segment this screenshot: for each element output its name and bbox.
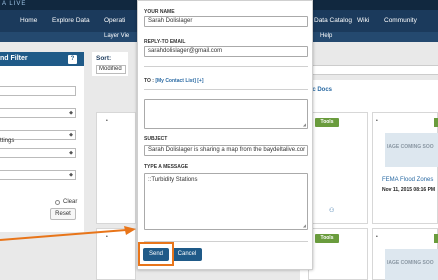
- result-card: • IAGE COMING SOO: [372, 228, 438, 280]
- filter-input[interactable]: [0, 86, 76, 96]
- nav-operations[interactable]: Operati: [104, 17, 125, 24]
- result-card: Tools ⚇: [308, 112, 368, 224]
- nav-home[interactable]: Home: [20, 17, 37, 24]
- result-card: •: [96, 112, 136, 224]
- thumbnail-placeholder-text: IAGE COMING SOO: [387, 260, 434, 266]
- resize-grip-icon[interactable]: ◢: [303, 223, 306, 228]
- card-thumbnail[interactable]: IAGE COMING SOO: [385, 249, 438, 280]
- nav-help[interactable]: Help: [320, 33, 332, 39]
- divider: [144, 66, 308, 67]
- filter-select-4[interactable]: ◆: [0, 170, 76, 180]
- settings-label: ttings: [0, 138, 15, 144]
- card-thumbnail[interactable]: IAGE COMING SOO: [385, 133, 438, 167]
- view-select[interactable]: [300, 65, 438, 75]
- result-card: Tools: [308, 228, 368, 280]
- contact-list-link[interactable]: [My Contact List]: [155, 78, 196, 84]
- tools-button[interactable]: Tools: [315, 118, 339, 127]
- card-date: Nov 11, 2015 08:16 PM: [382, 187, 436, 193]
- brand-logo: A LIVE: [2, 1, 27, 7]
- clear-label: Clear: [63, 199, 78, 205]
- result-card-fema[interactable]: • IAGE COMING SOO FEMA Flood Zones Nov 1…: [372, 112, 438, 224]
- select-arrow-icon: ◆: [69, 110, 73, 116]
- filter-select-3[interactable]: ◆: [0, 148, 76, 158]
- select-arrow-icon: ◆: [69, 172, 73, 178]
- to-row: TO : [My Contact List] [+]: [144, 78, 204, 84]
- share-map-dialog: YOUR NAME Sarah Dolislager REPLY-TO EMAI…: [137, 0, 313, 270]
- nav-layer-viewer[interactable]: Layer Vie: [104, 33, 129, 39]
- tools-button[interactable]: Tools: [315, 234, 339, 243]
- nav-explore-data[interactable]: Explore Data: [52, 17, 90, 24]
- nav-wiki[interactable]: Wiki: [357, 17, 369, 24]
- card-bullet: •: [376, 118, 378, 124]
- resize-grip-icon[interactable]: ◢: [303, 122, 306, 127]
- divider: [144, 89, 308, 90]
- subject-field[interactable]: Sarah Dolislager is sharing a map from t…: [144, 145, 308, 156]
- name-label: YOUR NAME: [144, 9, 175, 15]
- share-icon[interactable]: ⚇: [329, 207, 334, 214]
- add-contact-link[interactable]: [+]: [197, 78, 203, 84]
- email-field[interactable]: sarahdolislager@gmail.com: [144, 46, 308, 57]
- message-field[interactable]: ::Turbidity Stations ◢: [144, 173, 308, 230]
- card-bullet: •: [106, 118, 108, 124]
- card-title[interactable]: FEMA Flood Zones: [382, 177, 433, 183]
- sort-bar: Sort: Modified: [92, 52, 128, 76]
- nav-data-catalog[interactable]: Data Catalog: [314, 17, 352, 24]
- name-field[interactable]: Sarah Dolislager: [144, 16, 308, 27]
- filter-select-1[interactable]: ◆: [0, 108, 76, 118]
- tools-button-edge[interactable]: [434, 118, 438, 127]
- cancel-button[interactable]: Cancel: [172, 248, 202, 261]
- nav-community[interactable]: Community: [384, 17, 417, 24]
- sort-label: Sort:: [96, 55, 112, 62]
- to-field[interactable]: ◢: [144, 99, 308, 129]
- subject-label: SUBJECT: [144, 136, 168, 142]
- help-icon[interactable]: ?: [68, 55, 77, 64]
- send-highlight-box: [138, 242, 174, 266]
- filter-panel: nd Filter ? ◆ ◆ ttings ◆ ◆ Clear Reset: [0, 52, 84, 232]
- filter-panel-header: nd Filter ?: [0, 52, 84, 66]
- email-label: REPLY-TO EMAIL: [144, 39, 186, 45]
- clear-checkbox[interactable]: [55, 200, 60, 205]
- filter-panel-title: nd Filter: [0, 55, 28, 62]
- tools-button-edge[interactable]: [434, 234, 438, 243]
- to-label: TO :: [144, 78, 154, 84]
- message-text: ::Turbidity Stations: [148, 177, 198, 183]
- select-arrow-icon: ◆: [69, 150, 73, 156]
- annotation-arrow-icon: [0, 226, 136, 241]
- sort-select[interactable]: Modified: [96, 65, 126, 74]
- select-arrow-icon: ◆: [69, 132, 73, 138]
- card-bullet: •: [376, 234, 378, 240]
- message-label: TYPE A MESSAGE: [144, 164, 189, 170]
- reset-button[interactable]: Reset: [50, 208, 76, 220]
- thumbnail-placeholder-text: IAGE COMING SOO: [387, 144, 434, 150]
